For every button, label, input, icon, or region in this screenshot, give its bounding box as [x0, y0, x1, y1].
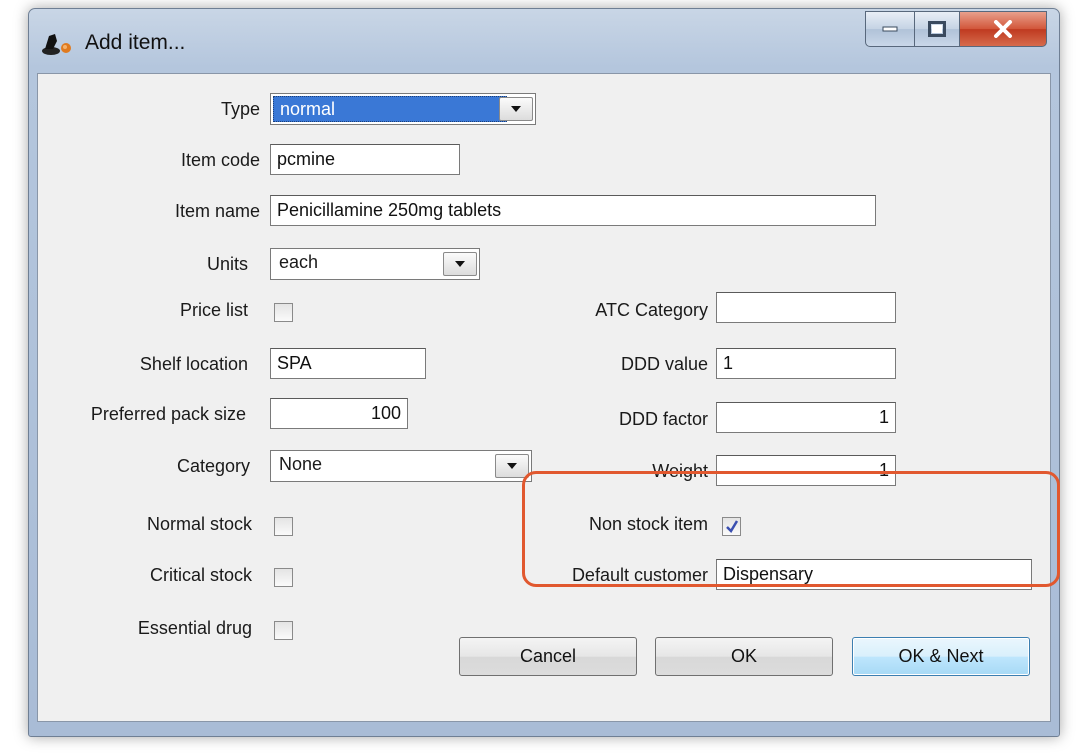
item-code-input[interactable]: [270, 144, 460, 175]
price-list-checkbox[interactable]: [274, 303, 293, 322]
minimize-button[interactable]: [865, 11, 915, 47]
dropdown-arrow-icon[interactable]: [443, 252, 477, 276]
atc-category-label: ATC Category: [595, 300, 708, 320]
item-name-label: Item name: [174, 201, 260, 221]
preferred-pack-size-input[interactable]: [270, 398, 408, 429]
add-item-window: Add item... Type normal Item code Item n…: [28, 8, 1060, 737]
critical-stock-checkbox[interactable]: [274, 568, 293, 587]
ok-next-button[interactable]: OK & Next: [852, 637, 1030, 676]
units-select[interactable]: each: [270, 248, 480, 280]
ddd-factor-input[interactable]: [716, 402, 896, 433]
close-button[interactable]: [960, 11, 1047, 47]
critical-stock-label: Critical stock: [149, 565, 252, 585]
maximize-icon: [928, 21, 946, 37]
atc-category-input[interactable]: [716, 292, 896, 323]
type-select[interactable]: normal: [270, 93, 536, 125]
app-icon: [41, 31, 75, 57]
units-value: each: [279, 252, 319, 272]
window-title: Add item...: [85, 31, 186, 54]
type-label: Type: [220, 99, 260, 119]
category-select[interactable]: None: [270, 450, 532, 482]
category-value: None: [279, 454, 323, 474]
shelf-location-label: Shelf location: [139, 354, 248, 374]
ddd-value-input[interactable]: [716, 348, 896, 379]
ddd-factor-label: DDD factor: [618, 409, 708, 429]
ok-button[interactable]: OK: [655, 637, 833, 676]
minimize-icon: [882, 26, 898, 32]
price-list-label: Price list: [179, 300, 248, 320]
shelf-location-input[interactable]: [270, 348, 426, 379]
cancel-button[interactable]: Cancel: [459, 637, 637, 676]
normal-stock-checkbox[interactable]: [274, 517, 293, 536]
type-value: normal: [273, 96, 507, 122]
close-icon: [994, 20, 1012, 38]
preferred-pack-size-label: Preferred pack size: [90, 404, 246, 424]
window-controls: [865, 11, 1047, 47]
maximize-button[interactable]: [915, 11, 960, 47]
category-label: Category: [176, 456, 250, 476]
highlight-annotation: [522, 471, 1060, 587]
dropdown-arrow-icon[interactable]: [495, 454, 529, 478]
item-name-input[interactable]: [270, 195, 876, 226]
ddd-value-label: DDD value: [620, 354, 708, 374]
normal-stock-label: Normal stock: [146, 514, 252, 534]
item-code-label: Item code: [180, 150, 260, 170]
dropdown-arrow-icon[interactable]: [499, 97, 533, 121]
units-label: Units: [206, 254, 248, 274]
title-bar[interactable]: Add item...: [29, 9, 1059, 73]
essential-drug-checkbox[interactable]: [274, 621, 293, 640]
dialog-body: Type normal Item code Item name Units ea…: [37, 73, 1060, 722]
essential-drug-label: Essential drug: [137, 618, 252, 638]
